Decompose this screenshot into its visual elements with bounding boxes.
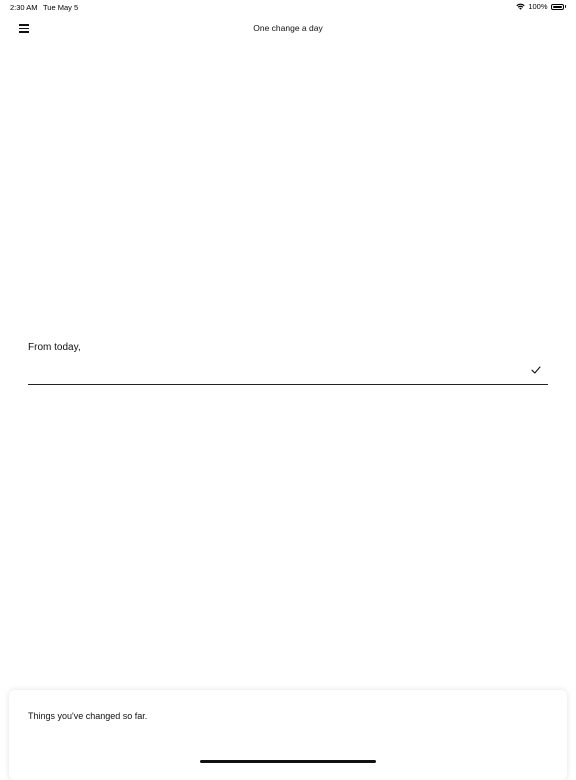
change-input[interactable]	[28, 356, 518, 382]
status-time: 2:30 AM	[10, 3, 38, 12]
battery-icon	[550, 3, 566, 10]
status-bar: 2:30 AM Tue May 5 100%	[0, 0, 576, 16]
history-panel[interactable]: Things you've changed so far.	[9, 690, 567, 780]
change-input-row	[28, 356, 548, 385]
page-title: One change a day	[253, 23, 323, 33]
wifi-icon	[516, 3, 525, 10]
checkmark-icon[interactable]	[531, 365, 541, 375]
history-title: Things you've changed so far.	[28, 711, 148, 721]
form-label: From today,	[28, 342, 81, 353]
status-date: Tue May 5	[43, 3, 79, 12]
nav-bar: One change a day	[0, 16, 576, 40]
battery-percent: 100%	[528, 2, 548, 11]
home-indicator[interactable]	[200, 760, 376, 763]
status-indicators: 100%	[516, 2, 566, 11]
change-form: From today,	[28, 342, 548, 385]
